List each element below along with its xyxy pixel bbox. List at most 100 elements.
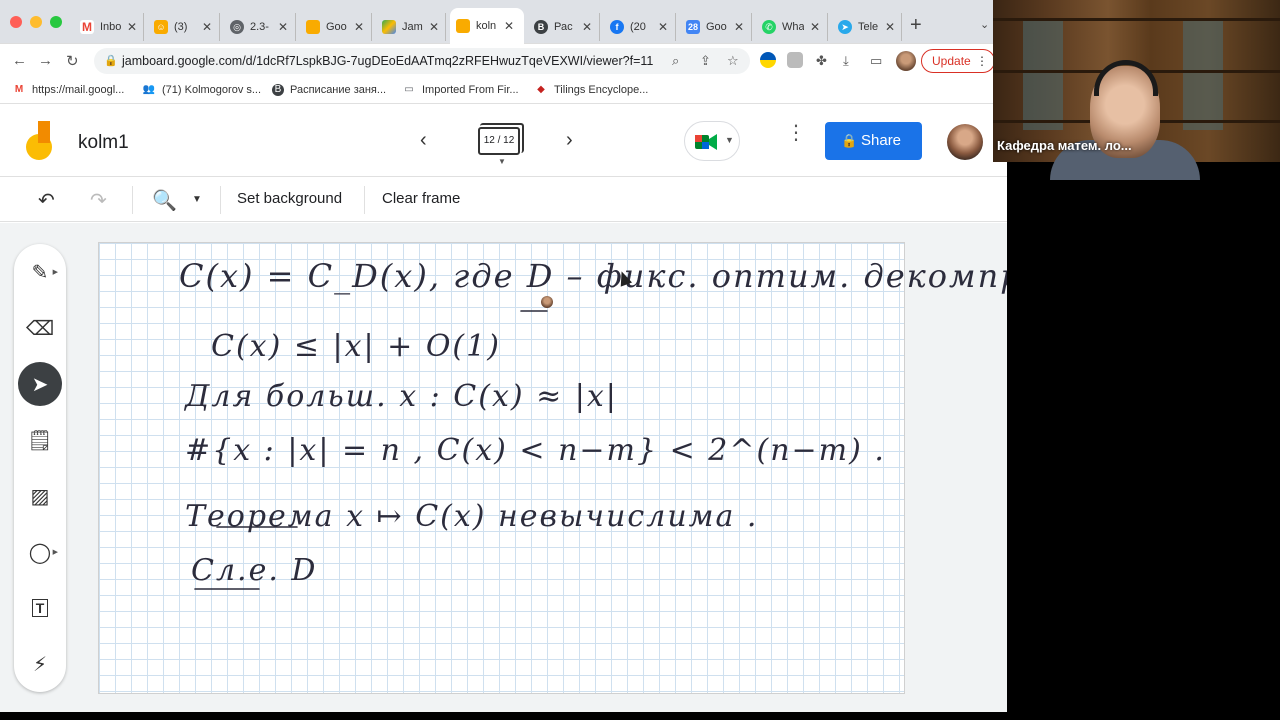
previous-frame-chevron-icon[interactable]: ‹ <box>420 129 427 152</box>
update-button[interactable]: Update ⋮ <box>921 49 995 73</box>
edit-toolbar: ↶ ↷ 🔍 ▼ Set background Clear frame <box>0 178 1007 222</box>
forward-arrow-icon[interactable]: → <box>38 52 53 69</box>
back-arrow-icon[interactable]: ← <box>12 52 27 69</box>
tab-label: 2.3- <box>250 21 269 33</box>
close-icon[interactable]: ✕ <box>885 20 895 34</box>
tab-7[interactable]: f (20 ✕ <box>604 13 676 41</box>
redo-icon[interactable]: ↷ <box>90 188 107 213</box>
bookmarks-bar: M https://mail.googl... 👥 (71) Kolmogoro… <box>0 78 1007 104</box>
tab-2[interactable]: ◎ 2.3- ✕ <box>224 13 296 41</box>
window-close-button[interactable] <box>10 16 22 28</box>
bookmark-star-icon[interactable]: ☆ <box>727 53 739 69</box>
bookmark-item[interactable]: M https://mail.googl... <box>12 84 125 96</box>
bookmark-item[interactable]: ◆ Tilings Encyclope... <box>534 84 648 96</box>
select-tool[interactable]: ➤ <box>18 362 62 406</box>
bookmark-label: Imported From Fir... <box>422 84 519 96</box>
circle-icon: ◯ <box>28 541 52 564</box>
share-page-icon[interactable]: ⇪ <box>700 53 711 69</box>
caret-down-icon: ▼ <box>725 135 734 145</box>
jamboard-logo-icon[interactable] <box>24 121 56 161</box>
profile-avatar[interactable] <box>896 51 916 71</box>
tab-label: koln <box>476 20 497 32</box>
folder-icon: ▭ <box>404 84 414 95</box>
close-icon[interactable]: ✕ <box>127 20 137 34</box>
close-icon[interactable]: ✕ <box>734 20 744 34</box>
laser-icon: ⚡ <box>32 653 48 676</box>
tab-8[interactable]: 28 Goo ✕ <box>680 13 752 41</box>
bookmark-label: (71) Kolmogorov s... <box>162 84 262 96</box>
shape-tool[interactable]: ◯ ▶ <box>18 530 62 574</box>
undo-icon[interactable]: ↶ <box>38 188 55 213</box>
tab-10[interactable]: ➤ Tele ✕ <box>832 13 902 41</box>
toolbar-divider <box>132 186 133 214</box>
tab-search-chevron-icon[interactable]: ⌄ <box>980 18 989 31</box>
share-button[interactable]: 🔒 Share <box>825 122 922 160</box>
close-icon[interactable]: ✕ <box>354 20 364 34</box>
update-label: Update <box>932 54 971 68</box>
close-icon[interactable]: ✕ <box>429 20 439 34</box>
tab-0[interactable]: M Inbo ✕ <box>74 13 144 41</box>
bookmark-label: https://mail.googl... <box>32 84 125 96</box>
close-icon[interactable]: ✕ <box>278 20 288 34</box>
tab-strip: M Inbo ✕ ☺ (3) ✕ ◎ 2.3- ✕ Goo ✕ Jam ✕ ko… <box>0 0 1007 44</box>
globe-icon: ◎ <box>230 20 244 34</box>
pen-icon: ✎ <box>31 261 49 284</box>
tab-5-active[interactable]: koln ✕ <box>450 8 524 44</box>
zoom-caret-down-icon[interactable]: ▼ <box>192 194 202 205</box>
reload-icon[interactable]: ↻ <box>66 52 79 70</box>
browser-window: M Inbo ✕ ☺ (3) ✕ ◎ 2.3- ✕ Goo ✕ Jam ✕ ko… <box>0 0 1007 712</box>
next-frame-chevron-icon[interactable]: › <box>566 129 573 152</box>
tab-9[interactable]: ✆ Wha ✕ <box>756 13 828 41</box>
side-panel-icon[interactable]: ▭ <box>870 53 882 69</box>
extension-icon[interactable] <box>787 52 803 68</box>
more-options-kebab-icon[interactable]: ⋮ <box>786 123 806 143</box>
text-box-tool[interactable]: T <box>18 586 62 630</box>
meet-button[interactable]: ▼ <box>684 121 740 161</box>
close-icon[interactable]: ✕ <box>202 20 212 34</box>
facebook-icon: f <box>610 20 624 34</box>
download-icon[interactable]: ⤓ <box>843 53 849 69</box>
bookmark-item[interactable]: ▭ Imported From Fir... <box>402 84 519 96</box>
zoom-in-icon[interactable]: 🔍 <box>152 188 177 213</box>
window-maximize-button[interactable] <box>50 16 62 28</box>
window-minimize-button[interactable] <box>30 16 42 28</box>
bookmark-item[interactable]: B Расписание заня... <box>272 84 386 96</box>
close-icon[interactable]: ✕ <box>810 20 820 34</box>
puzzle-extensions-icon[interactable]: ✤ <box>816 53 827 69</box>
submenu-arrow-icon: ▶ <box>52 269 58 276</box>
bookmark-item[interactable]: 👥 (71) Kolmogorov s... <box>142 84 261 96</box>
sticky-note-tool[interactable]: 🗒 <box>18 418 62 462</box>
zoom-icon[interactable]: ⌕ <box>672 53 679 69</box>
board-title[interactable]: kolm1 <box>78 132 129 154</box>
people-icon: 👥 <box>142 84 156 95</box>
image-tool[interactable]: ▨ <box>18 474 62 518</box>
sticky-note-icon: 🗒 <box>27 429 53 452</box>
select-icon: ➤ <box>31 373 49 396</box>
set-background-button[interactable]: Set background <box>237 190 342 207</box>
whatsapp-icon: ✆ <box>762 20 776 34</box>
close-icon[interactable]: ✕ <box>504 19 514 33</box>
tab-label: (3) <box>174 21 188 33</box>
close-icon[interactable]: ✕ <box>658 20 668 34</box>
bookmark-label: Tilings Encyclope... <box>554 84 649 96</box>
tab-4[interactable]: Jam ✕ <box>376 13 446 41</box>
frame-bar-button[interactable]: 12 / 12 <box>478 123 524 155</box>
tab-label: Рас <box>554 21 573 33</box>
eraser-icon: ⌫ <box>25 317 55 340</box>
tab-1[interactable]: ☺ (3) ✕ <box>148 13 220 41</box>
tab-6[interactable]: B Рас ✕ <box>528 13 600 41</box>
account-avatar[interactable] <box>947 124 983 160</box>
eraser-tool[interactable]: ⌫ <box>18 306 62 350</box>
clear-frame-button[interactable]: Clear frame <box>382 190 460 207</box>
tab-3[interactable]: Goo ✕ <box>300 13 372 41</box>
new-tab-button[interactable]: + <box>910 14 922 37</box>
close-icon[interactable]: ✕ <box>582 20 592 34</box>
frame-indicator-label: 12 / 12 <box>483 135 515 146</box>
pen-tool[interactable]: ✎ ▶ <box>18 250 62 294</box>
frame-caret-down-icon: ▼ <box>498 157 506 166</box>
laser-tool[interactable]: ⚡ <box>18 642 62 686</box>
address-bar[interactable]: 🔒 jamboard.google.com/d/1dcRf7LspkBJG-7u… <box>94 48 750 74</box>
ukraine-extension-icon[interactable] <box>760 52 776 68</box>
drive-icon <box>382 20 396 34</box>
jam-board-frame[interactable]: C(x) = C_D(x), где D – фикс. оптим. деко… <box>98 242 1007 694</box>
